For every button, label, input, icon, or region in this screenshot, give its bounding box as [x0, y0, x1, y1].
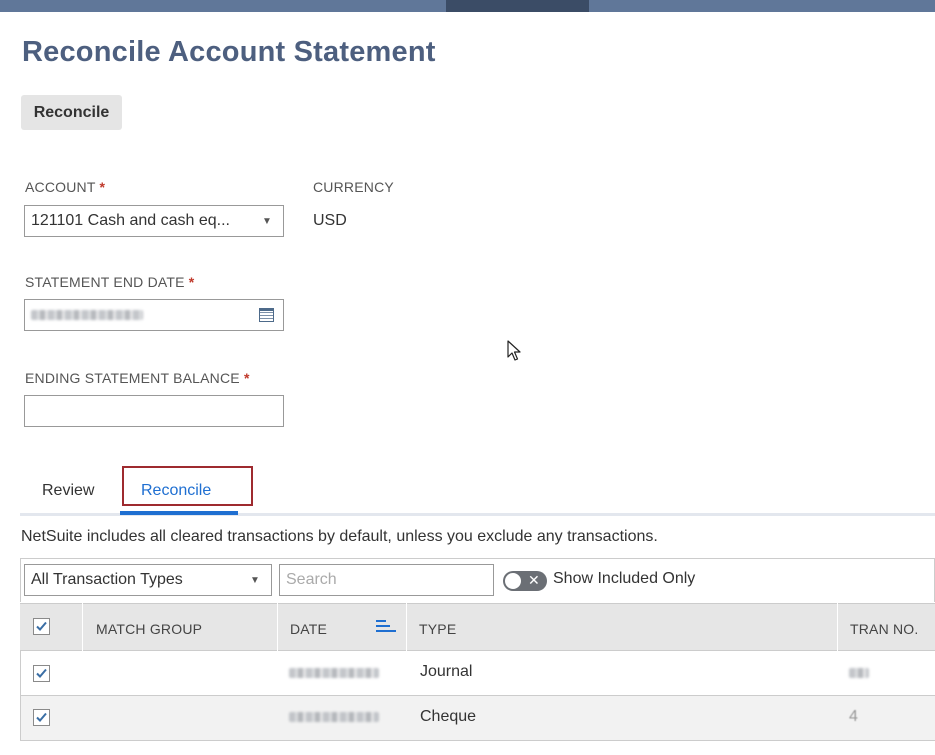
column-header-match-group[interactable]: MATCH GROUP — [96, 621, 202, 637]
select-all-checkbox[interactable] — [33, 618, 50, 635]
sort-icon[interactable] — [376, 618, 396, 634]
checkmark-icon — [36, 668, 47, 678]
top-nav-bar — [0, 0, 935, 12]
checkmark-icon — [36, 712, 47, 722]
tab-reconcile[interactable]: Reconcile — [141, 482, 211, 500]
redacted-tran-no-cell — [849, 668, 869, 678]
column-header-tran-no[interactable]: TRAN NO. — [850, 621, 919, 637]
column-divider — [277, 603, 278, 651]
account-select-value: 121101 Cash and cash eq... — [31, 212, 230, 229]
mouse-cursor-icon — [507, 340, 521, 361]
column-divider — [82, 603, 83, 651]
checkmark-icon — [36, 621, 47, 631]
type-cell: Cheque — [420, 708, 477, 725]
column-header-date[interactable]: DATE — [290, 621, 327, 637]
show-included-only-toggle[interactable]: ✕ — [503, 571, 547, 591]
statement-end-date-label: STATEMENT END DATE * — [25, 274, 194, 290]
search-input[interactable] — [279, 564, 494, 596]
column-divider — [837, 603, 838, 651]
ending-balance-required-marker: * — [243, 370, 250, 386]
column-header-type[interactable]: TYPE — [419, 621, 456, 637]
statement-end-date-input[interactable] — [24, 299, 284, 331]
account-required-marker: * — [99, 179, 106, 195]
ending-balance-label-text: ENDING STATEMENT BALANCE — [25, 370, 240, 386]
dropdown-caret-icon: ▼ — [262, 216, 272, 227]
page-title: Reconcile Account Statement — [22, 36, 436, 68]
table-row[interactable]: Journal — [20, 651, 935, 696]
account-label-text: ACCOUNT — [25, 179, 96, 195]
tran-no-cell: 4 — [849, 708, 858, 725]
row-checkbox[interactable] — [33, 665, 50, 682]
tab-review[interactable]: Review — [42, 482, 94, 500]
ending-balance-input[interactable] — [24, 395, 284, 427]
currency-label: CURRENCY — [313, 179, 394, 195]
redacted-date-cell — [289, 668, 379, 678]
account-label: ACCOUNT * — [25, 179, 105, 195]
ending-balance-label: ENDING STATEMENT BALANCE * — [25, 370, 250, 386]
redacted-date-value — [31, 310, 143, 320]
top-nav-active-tab[interactable] — [446, 0, 589, 12]
toggle-x-icon: ✕ — [528, 572, 540, 588]
reconcile-button[interactable]: Reconcile — [21, 95, 122, 130]
tab-active-indicator — [120, 511, 238, 515]
table-row[interactable]: Cheque 4 — [20, 696, 935, 741]
transaction-type-value: All Transaction Types — [31, 571, 183, 588]
show-included-only-label: Show Included Only — [553, 570, 696, 587]
currency-value: USD — [313, 212, 347, 229]
dropdown-caret-icon: ▼ — [250, 575, 260, 586]
type-cell: Journal — [420, 663, 473, 680]
statement-end-date-label-text: STATEMENT END DATE — [25, 274, 185, 290]
toggle-knob — [505, 573, 521, 589]
account-select[interactable]: 121101 Cash and cash eq... ▼ — [24, 205, 284, 237]
transaction-type-select[interactable]: All Transaction Types ▼ — [24, 564, 272, 596]
info-message: NetSuite includes all cleared transactio… — [21, 528, 658, 545]
column-divider — [406, 603, 407, 651]
row-checkbox[interactable] — [33, 709, 50, 726]
statement-end-date-required-marker: * — [188, 274, 195, 290]
calendar-icon[interactable] — [259, 308, 274, 322]
redacted-date-cell — [289, 712, 379, 722]
